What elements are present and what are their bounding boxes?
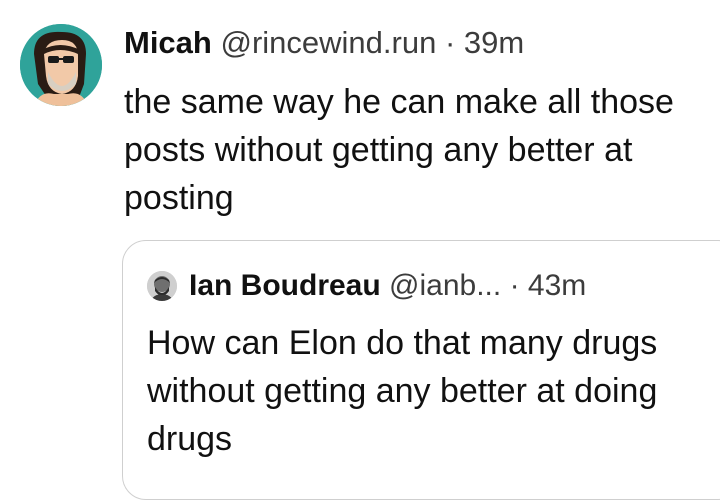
author-handle[interactable]: @rincewind.run [220,25,436,60]
quoted-post-text: How can Elon do that many drugs without … [147,324,658,458]
quoted-author-name[interactable]: Ian Boudreau [189,269,381,302]
quoted-post-timestamp[interactable]: 43m [528,269,586,302]
author-avatar[interactable] [20,24,102,106]
quoted-post-card[interactable]: Ian Boudreau @ianb... · 43m How can Elon… [122,240,720,500]
post-header: Micah @rincewind.run · 39m [124,23,524,63]
post-text: the same way he can make all those posts… [124,83,674,217]
bearded-man-avatar-icon [147,271,177,301]
quoted-author-avatar[interactable] [147,271,177,301]
author-name[interactable]: Micah [124,25,212,60]
cartoon-man-avatar-icon [20,24,102,106]
quoted-author-handle[interactable]: @ianb... [389,269,501,302]
post: Micah @rincewind.run · 39m the same way … [0,0,720,500]
post-timestamp[interactable]: 39m [464,25,524,60]
quoted-header-separator: · [509,269,520,302]
header-separator: · [444,25,456,60]
quoted-post-header: Ian Boudreau @ianb... · 43m [189,267,586,305]
